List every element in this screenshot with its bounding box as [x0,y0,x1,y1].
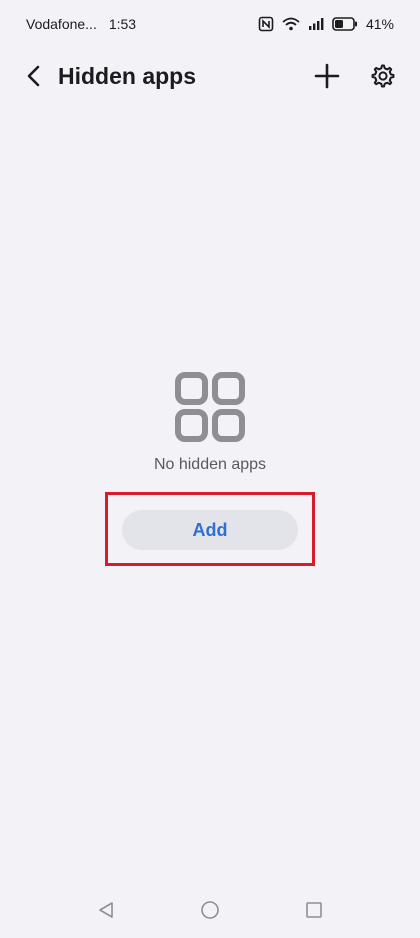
wifi-icon [282,17,300,31]
battery-icon [332,17,358,31]
empty-state: No hidden apps [0,372,420,474]
nfc-icon [258,16,274,32]
status-right: 41% [258,16,394,32]
status-bar: Vodafone... 1:53 41% [0,0,420,48]
nav-back-button[interactable] [90,894,122,926]
settings-button[interactable] [362,55,404,97]
header-actions [306,55,404,97]
back-button[interactable] [14,56,54,96]
nav-back-icon [99,902,113,918]
navigation-bar [0,882,420,938]
gear-icon [371,64,395,88]
add-app-button[interactable] [306,55,348,97]
nav-home-button[interactable] [194,894,226,926]
nav-home-icon [201,901,219,919]
app-header: Hidden apps [0,52,420,100]
nav-recents-icon [306,902,322,918]
add-button[interactable]: Add [122,510,298,550]
plus-icon [314,63,340,89]
nav-recents-button[interactable] [298,894,330,926]
carrier-label: Vodafone... [26,16,97,32]
empty-message: No hidden apps [153,456,267,473]
clock-label: 1:53 [108,16,137,32]
page-title: Hidden apps [58,62,197,89]
battery-percent: 41% [365,16,394,32]
chevron-left-icon [27,65,40,87]
signal-icon [308,17,324,31]
apps-grid-icon [175,372,245,442]
status-left: Vodafone... 1:53 [26,16,136,32]
